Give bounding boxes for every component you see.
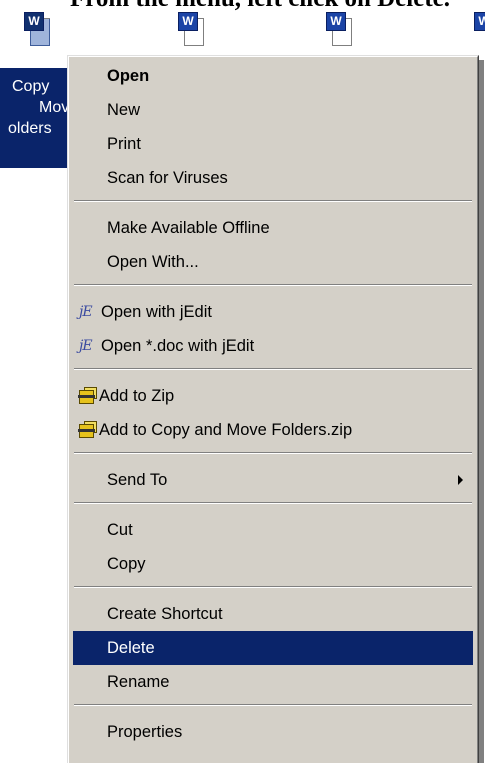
menu-item-label: Open	[107, 67, 150, 85]
menu-item-rename[interactable]: Rename	[73, 665, 473, 699]
menu-item-copy[interactable]: Copy	[73, 547, 473, 581]
menu-item-label: Properties	[107, 723, 183, 741]
menu-item-label: Scan for Viruses	[107, 169, 228, 187]
menu-item-label: Print	[107, 135, 141, 153]
selected-icon-label[interactable]: Copy Mov olders	[0, 68, 70, 168]
menu-item-label: Add to Zip	[99, 387, 175, 405]
context-menu: Open New Print Scan for Viruses Make Ava…	[67, 55, 479, 763]
menu-separator	[74, 704, 472, 706]
instruction-caption: From the menu, left click on Delete.	[0, 0, 485, 11]
menu-item-scan-for-viruses[interactable]: Scan for Viruses	[73, 161, 473, 195]
menu-item-label: New	[107, 101, 141, 119]
icon-label-line: olders	[8, 120, 52, 137]
menu-separator	[74, 452, 472, 454]
word-document-icon-selected[interactable]: W	[24, 12, 50, 48]
menu-item-add-to-named-zip[interactable]: Add to Copy and Move Folders.zip	[73, 413, 473, 447]
zip-icon	[77, 420, 97, 440]
menu-item-label: Send To	[107, 471, 168, 489]
menu-separator	[74, 586, 472, 588]
menu-item-open-doc-with-jedit[interactable]: jE Open *.doc with jEdit	[73, 329, 473, 363]
menu-item-make-available-offline[interactable]: Make Available Offline	[73, 211, 473, 245]
menu-separator	[74, 502, 472, 504]
menu-item-create-shortcut[interactable]: Create Shortcut	[73, 597, 473, 631]
menu-item-label: Delete	[107, 639, 155, 657]
menu-item-cut[interactable]: Cut	[73, 513, 473, 547]
menu-item-label: Copy	[107, 555, 146, 573]
menu-item-open-with-jedit[interactable]: jE Open with jEdit	[73, 295, 473, 329]
menu-item-label: Cut	[107, 521, 133, 539]
menu-item-label: Add to Copy and Move Folders.zip	[99, 421, 353, 439]
menu-item-label: Open With...	[107, 253, 199, 271]
word-badge: W	[326, 12, 346, 31]
submenu-arrow-icon	[458, 475, 463, 485]
menu-item-open-with[interactable]: Open With...	[73, 245, 473, 279]
menu-item-delete[interactable]: Delete	[73, 631, 473, 665]
word-document-icon[interactable]: W	[474, 12, 485, 48]
menu-separator	[74, 368, 472, 370]
menu-item-label: Open *.doc with jEdit	[101, 337, 255, 355]
icon-label-line: Mov	[39, 99, 70, 116]
icon-label-line: Copy	[12, 78, 50, 95]
word-badge: W	[474, 12, 485, 31]
zip-icon	[77, 386, 97, 406]
menu-separator	[74, 200, 472, 202]
menu-item-print[interactable]: Print	[73, 127, 473, 161]
jedit-icon: jE	[79, 338, 93, 354]
menu-item-label: Open with jEdit	[101, 303, 212, 321]
menu-item-send-to[interactable]: Send To	[73, 463, 473, 497]
menu-item-properties[interactable]: Properties	[73, 715, 473, 749]
word-document-icon[interactable]: W	[178, 12, 204, 48]
menu-separator	[74, 284, 472, 286]
menu-item-new[interactable]: New	[73, 93, 473, 127]
menu-item-add-to-zip[interactable]: Add to Zip	[73, 379, 473, 413]
word-document-icon[interactable]: W	[326, 12, 352, 48]
jedit-icon: jE	[79, 304, 93, 320]
word-badge: W	[178, 12, 198, 31]
menu-item-open[interactable]: Open	[73, 59, 473, 93]
menu-item-label: Create Shortcut	[107, 605, 223, 623]
menu-item-label: Make Available Offline	[107, 219, 270, 237]
word-badge: W	[24, 12, 44, 31]
menu-item-label: Rename	[107, 673, 170, 691]
context-menu-inner: Open New Print Scan for Viruses Make Ava…	[68, 56, 478, 763]
